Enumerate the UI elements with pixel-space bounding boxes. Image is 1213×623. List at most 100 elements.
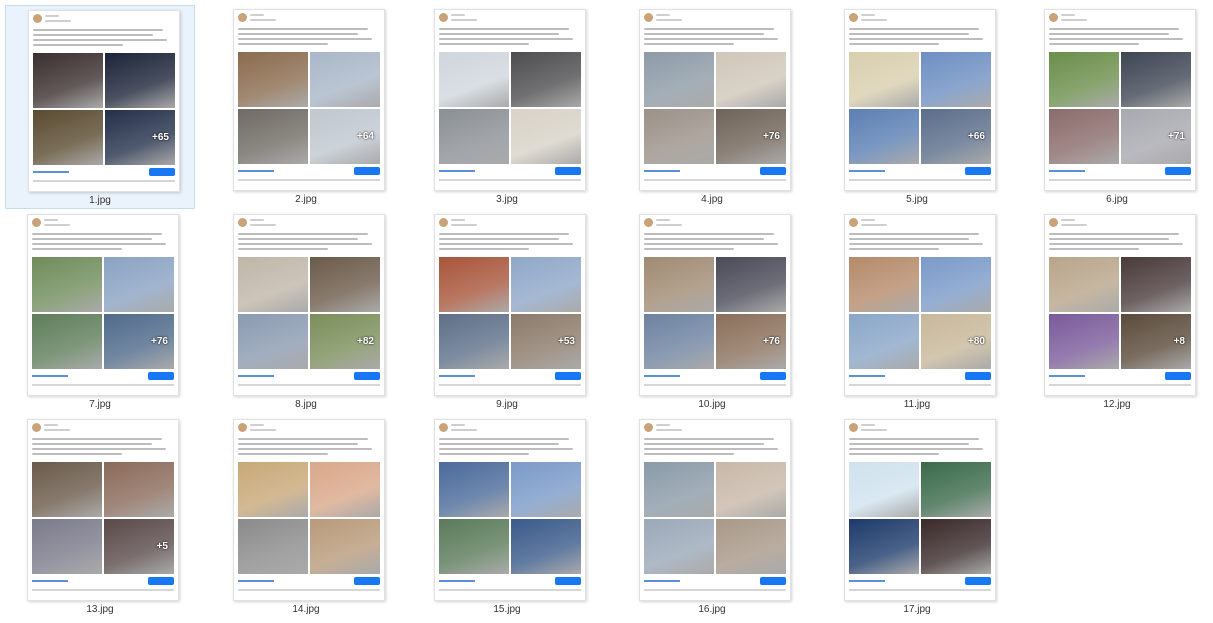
- post-text-line: [238, 453, 328, 455]
- header-text-line: [656, 224, 682, 226]
- file-item[interactable]: +76 10.jpg: [617, 210, 807, 414]
- post-text-line: [644, 28, 774, 30]
- footer-meta-line: [32, 384, 174, 386]
- avatar: [238, 218, 247, 227]
- avatar: [644, 218, 653, 227]
- post-header: [1049, 13, 1191, 25]
- photo-grid: [439, 52, 581, 164]
- file-name-label: 2.jpg: [295, 194, 317, 205]
- file-item[interactable]: +80 11.jpg: [822, 210, 1012, 414]
- post-text-line: [439, 38, 573, 40]
- footer-link: [32, 580, 68, 582]
- footer-button: [760, 372, 786, 380]
- post-footer: [32, 372, 174, 392]
- post-text-line: [439, 448, 573, 450]
- photo-tile: [849, 109, 919, 164]
- photo-grid: +8: [1049, 257, 1191, 369]
- post-text-line: [849, 443, 969, 445]
- header-text-line: [861, 19, 887, 21]
- header-text-line: [250, 224, 276, 226]
- photo-tile: [32, 519, 102, 574]
- footer-meta-line: [644, 384, 786, 386]
- post-footer: [849, 372, 991, 392]
- footer-link: [849, 580, 885, 582]
- photo-tile: [310, 52, 380, 107]
- file-item[interactable]: +53 9.jpg: [412, 210, 602, 414]
- more-photos-count: +76: [763, 131, 780, 142]
- file-item[interactable]: +65 1.jpg: [5, 5, 195, 209]
- footer-meta-line: [238, 589, 380, 591]
- file-name-label: 13.jpg: [86, 604, 114, 615]
- header-text-line: [1061, 219, 1075, 221]
- post-text-line: [1049, 248, 1139, 250]
- footer-meta-line: [849, 179, 991, 181]
- post-footer: [32, 577, 174, 597]
- file-thumbnail: [233, 419, 385, 601]
- header-text-line: [250, 429, 276, 431]
- header-text-line: [861, 14, 875, 16]
- file-item[interactable]: +76 7.jpg: [5, 210, 195, 414]
- avatar: [32, 218, 41, 227]
- photo-tile: [511, 52, 581, 107]
- file-name-label: 7.jpg: [89, 399, 111, 410]
- file-item[interactable]: +5 13.jpg: [5, 415, 195, 619]
- post-text-line: [644, 38, 778, 40]
- post-text-line: [439, 43, 529, 45]
- footer-link: [1049, 375, 1085, 377]
- header-text-line: [250, 424, 264, 426]
- post-text-line: [238, 238, 358, 240]
- photo-tile: [439, 257, 509, 312]
- post-text-line: [32, 448, 166, 450]
- file-thumbnail: +76: [27, 214, 179, 396]
- post-footer: [849, 167, 991, 187]
- file-name-label: 15.jpg: [493, 604, 521, 615]
- post-header: [439, 423, 581, 435]
- post-text-line: [644, 438, 774, 440]
- footer-link: [644, 170, 680, 172]
- photo-tile: +53: [511, 314, 581, 369]
- photo-grid: [439, 462, 581, 574]
- footer-meta-line: [439, 384, 581, 386]
- file-item[interactable]: +76 4.jpg: [617, 5, 807, 209]
- file-name-label: 4.jpg: [701, 194, 723, 205]
- file-thumbnail: +71: [1044, 9, 1196, 191]
- post-header: [849, 13, 991, 25]
- post-text-line: [238, 43, 328, 45]
- post-text-line: [439, 33, 559, 35]
- photo-tile: [33, 110, 103, 165]
- post-text-line: [849, 243, 983, 245]
- footer-button: [1165, 167, 1191, 175]
- post-header: [849, 423, 991, 435]
- file-item[interactable]: 15.jpg: [412, 415, 602, 619]
- avatar: [238, 423, 247, 432]
- photo-tile: [921, 462, 991, 517]
- file-name-label: 17.jpg: [903, 604, 931, 615]
- post-header: [238, 218, 380, 230]
- file-item[interactable]: +82 8.jpg: [211, 210, 401, 414]
- file-item[interactable]: +64 2.jpg: [211, 5, 401, 209]
- photo-tile: [921, 52, 991, 107]
- footer-link: [32, 375, 68, 377]
- post-text-line: [32, 243, 166, 245]
- file-item[interactable]: 14.jpg: [211, 415, 401, 619]
- header-text-line: [45, 15, 59, 17]
- file-item[interactable]: +66 5.jpg: [822, 5, 1012, 209]
- file-item[interactable]: 16.jpg: [617, 415, 807, 619]
- footer-button: [965, 167, 991, 175]
- post-text-line: [1049, 28, 1179, 30]
- file-name-label: 8.jpg: [295, 399, 317, 410]
- file-item[interactable]: 3.jpg: [412, 5, 602, 209]
- header-text-line: [250, 19, 276, 21]
- file-item[interactable]: +71 6.jpg: [1022, 5, 1212, 209]
- post-text-line: [849, 238, 969, 240]
- file-thumbnail: +80: [844, 214, 996, 396]
- photo-tile: +65: [105, 110, 175, 165]
- file-thumbnail: +82: [233, 214, 385, 396]
- post-header: [849, 218, 991, 230]
- header-text-line: [656, 219, 670, 221]
- photo-grid: +53: [439, 257, 581, 369]
- file-item[interactable]: 17.jpg: [822, 415, 1012, 619]
- file-item[interactable]: +8 12.jpg: [1022, 210, 1212, 414]
- footer-meta-line: [849, 384, 991, 386]
- post-footer: [644, 577, 786, 597]
